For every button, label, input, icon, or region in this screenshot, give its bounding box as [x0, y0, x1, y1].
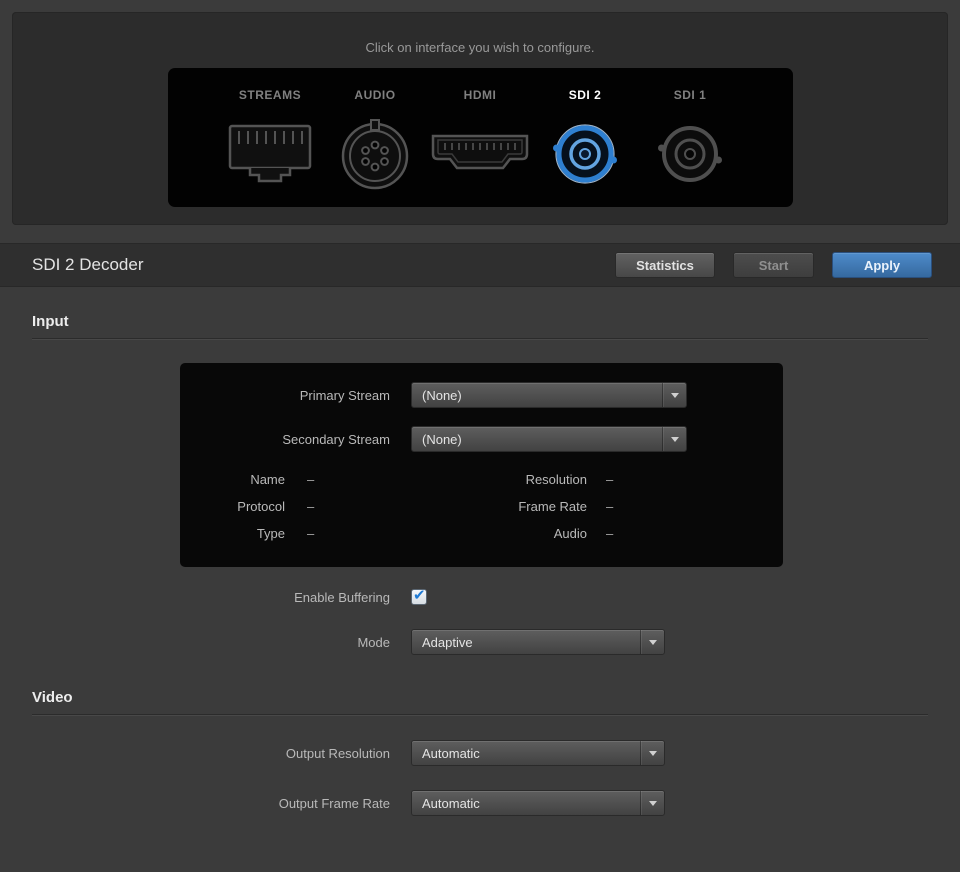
connector-box: STREAMS AUDIO — [168, 68, 793, 207]
page-title: SDI 2 Decoder — [32, 255, 597, 275]
primary-stream-select[interactable]: (None) — [411, 382, 687, 408]
output-resolution-value: Automatic — [422, 746, 480, 761]
chevron-down-icon — [662, 427, 686, 451]
start-button[interactable]: Start — [733, 252, 814, 278]
video-section-divider — [32, 714, 928, 716]
type-label: Type — [180, 526, 285, 541]
frame-rate-value: – — [606, 499, 613, 514]
hdmi-icon — [425, 115, 535, 193]
secondary-stream-select[interactable]: (None) — [411, 426, 687, 452]
output-frame-rate-label: Output Frame Rate — [32, 796, 390, 811]
input-section-divider — [32, 338, 928, 340]
output-resolution-label: Output Resolution — [32, 746, 390, 761]
output-frame-rate-value: Automatic — [422, 796, 480, 811]
interface-sdi2[interactable]: SDI 2 — [533, 88, 638, 193]
detail-row-2: Protocol – Frame Rate – — [180, 499, 783, 514]
interface-hdmi-label: HDMI — [464, 88, 497, 102]
output-resolution-row: Output Resolution Automatic — [32, 740, 928, 766]
decoder-form: Input Primary Stream (None) Secondary St… — [0, 313, 960, 816]
ethernet-rj45-icon — [225, 115, 315, 193]
video-section-heading: Video — [32, 689, 928, 706]
bnc-icon — [656, 115, 724, 193]
interface-sdi1-label: SDI 1 — [674, 88, 707, 102]
mode-row: Mode Adaptive — [32, 629, 928, 655]
audio-din-icon — [337, 115, 413, 193]
interface-hdmi[interactable]: HDMI — [428, 88, 533, 193]
chevron-down-icon — [640, 791, 664, 815]
enable-buffering-row: Enable Buffering — [32, 589, 928, 605]
frame-rate-label: Frame Rate — [480, 499, 587, 514]
mode-label: Mode — [32, 635, 390, 650]
output-resolution-select[interactable]: Automatic — [411, 740, 665, 766]
interface-sdi2-label: SDI 2 — [569, 88, 602, 102]
secondary-stream-row: Secondary Stream (None) — [180, 426, 783, 452]
bnc-icon — [551, 115, 619, 193]
mode-select[interactable]: Adaptive — [411, 629, 665, 655]
stream-selection-panel: Primary Stream (None) Secondary Stream (… — [180, 363, 783, 567]
protocol-value: – — [307, 499, 314, 514]
output-frame-rate-row: Output Frame Rate Automatic — [32, 790, 928, 816]
type-value: – — [307, 526, 314, 541]
protocol-label: Protocol — [180, 499, 285, 514]
secondary-stream-value: (None) — [422, 432, 462, 447]
chevron-down-icon — [640, 741, 664, 765]
decoder-header-bar: SDI 2 Decoder Statistics Start Apply — [0, 243, 960, 287]
interface-streams-label: STREAMS — [239, 88, 301, 102]
statistics-button[interactable]: Statistics — [615, 252, 715, 278]
interface-sdi1[interactable]: SDI 1 — [638, 88, 743, 193]
interface-selector-panel: Click on interface you wish to configure… — [12, 12, 948, 225]
instruction-text: Click on interface you wish to configure… — [12, 12, 948, 55]
primary-stream-value: (None) — [422, 388, 462, 403]
resolution-label: Resolution — [480, 472, 587, 487]
audio-label: Audio — [480, 526, 587, 541]
name-value: – — [307, 472, 314, 487]
secondary-stream-label: Secondary Stream — [180, 432, 390, 447]
interface-streams[interactable]: STREAMS — [218, 88, 323, 193]
resolution-value: – — [606, 472, 613, 487]
enable-buffering-label: Enable Buffering — [32, 590, 390, 605]
primary-stream-label: Primary Stream — [180, 388, 390, 403]
chevron-down-icon — [640, 630, 664, 654]
name-label: Name — [180, 472, 285, 487]
input-section-heading: Input — [32, 313, 928, 330]
chevron-down-icon — [662, 383, 686, 407]
apply-button[interactable]: Apply — [832, 252, 932, 278]
detail-row-3: Type – Audio – — [180, 526, 783, 541]
detail-row-1: Name – Resolution – — [180, 472, 783, 487]
audio-value: – — [606, 526, 613, 541]
interface-audio[interactable]: AUDIO — [323, 88, 428, 193]
primary-stream-row: Primary Stream (None) — [180, 382, 783, 408]
enable-buffering-checkbox[interactable] — [411, 589, 427, 605]
mode-value: Adaptive — [422, 635, 473, 650]
interface-audio-label: AUDIO — [354, 88, 395, 102]
output-frame-rate-select[interactable]: Automatic — [411, 790, 665, 816]
